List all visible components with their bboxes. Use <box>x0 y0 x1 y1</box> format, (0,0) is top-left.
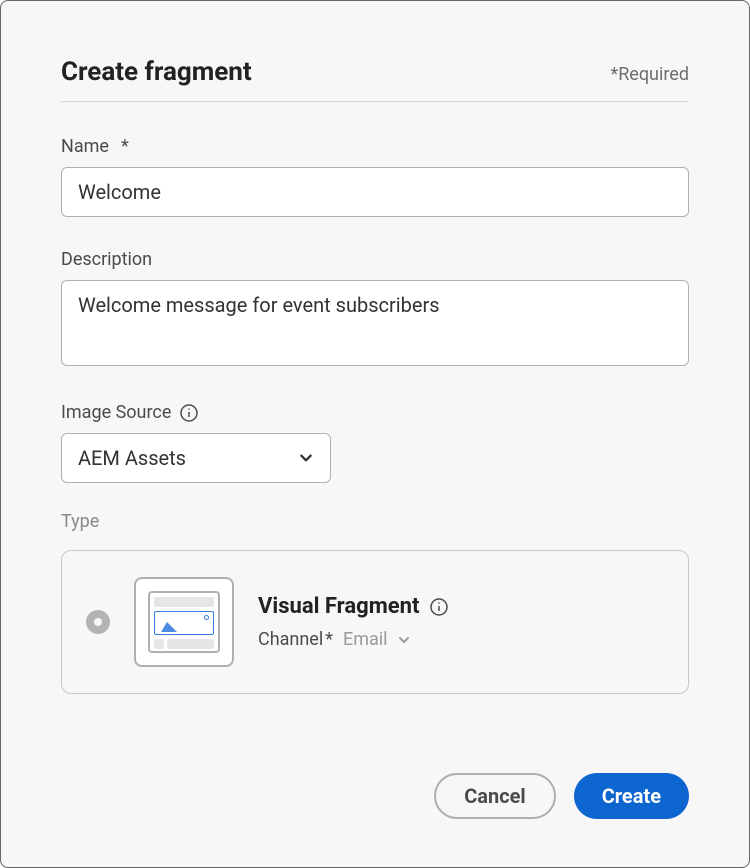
name-field-group: Name * <box>61 136 689 217</box>
image-source-value: AEM Assets <box>78 446 186 470</box>
cancel-button[interactable]: Cancel <box>434 773 556 819</box>
divider <box>61 101 689 102</box>
image-source-label: Image Source <box>61 402 689 423</box>
chevron-down-icon <box>298 450 314 466</box>
visual-fragment-thumbnail <box>134 577 234 667</box>
description-label: Description <box>61 249 689 270</box>
image-source-label-text: Image Source <box>61 402 171 423</box>
dialog-title: Create fragment <box>61 57 252 87</box>
channel-value-text: Email <box>343 629 388 650</box>
type-option-title: Visual Fragment <box>258 594 419 619</box>
name-label: Name * <box>61 136 689 157</box>
name-label-text: Name <box>61 136 109 157</box>
create-button[interactable]: Create <box>574 773 689 819</box>
type-option-title-row: Visual Fragment <box>258 594 664 619</box>
required-note: *Required <box>610 64 689 85</box>
name-input[interactable] <box>61 167 689 217</box>
radio-indicator <box>94 618 102 626</box>
chevron-down-icon <box>396 632 412 648</box>
dialog-header: Create fragment *Required <box>61 57 689 87</box>
image-source-field-group: Image Source AEM Assets <box>61 402 689 483</box>
type-option-body: Visual Fragment Channel* Email <box>258 594 664 650</box>
required-asterisk: * <box>121 136 129 157</box>
image-source-select[interactable]: AEM Assets <box>61 433 331 483</box>
description-input[interactable]: Welcome message for event subscribers <box>61 280 689 366</box>
type-section-label: Type <box>61 511 689 532</box>
type-section: Type Vi <box>61 511 689 694</box>
type-option-card[interactable]: Visual Fragment Channel* Email <box>61 550 689 694</box>
channel-select[interactable]: Email <box>343 629 412 650</box>
info-icon[interactable] <box>179 403 199 423</box>
channel-label: Channel* <box>258 629 333 650</box>
description-field-group: Description Welcome message for event su… <box>61 249 689 370</box>
info-icon[interactable] <box>429 597 449 617</box>
channel-row: Channel* Email <box>258 629 664 650</box>
radio-button[interactable] <box>86 610 110 634</box>
dialog-footer: Cancel Create <box>434 773 689 819</box>
create-fragment-dialog: Create fragment *Required Name * Descrip… <box>0 0 750 868</box>
